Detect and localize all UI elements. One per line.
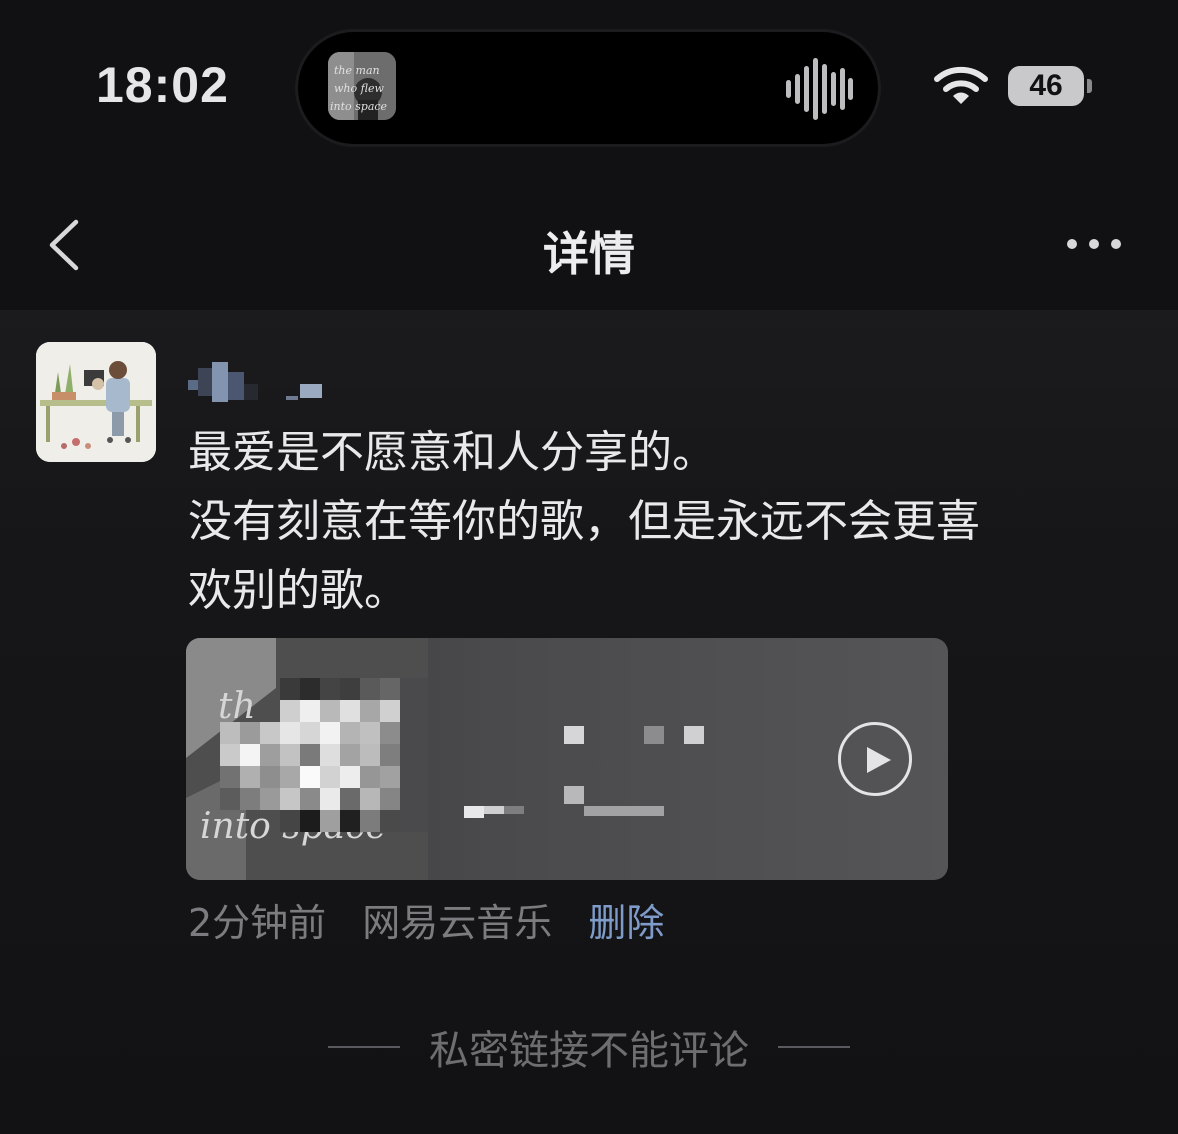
music-cover-art: th into space xyxy=(186,638,428,880)
now-playing-artwork[interactable]: the man who flew into space xyxy=(328,52,396,120)
audio-waveform-icon xyxy=(786,58,853,120)
play-icon xyxy=(867,747,891,773)
music-card[interactable]: th into space xyxy=(186,638,948,880)
post-time: 2分钟前 xyxy=(188,901,327,945)
username[interactable] xyxy=(188,362,328,402)
post-source: 网易云音乐 xyxy=(362,901,553,945)
ellipsis-icon[interactable] xyxy=(1064,234,1124,254)
comments-disabled-note: 私密链接不能评论 xyxy=(0,1018,1178,1076)
post-meta: 2分钟前 网易云音乐 删除 xyxy=(188,898,688,948)
post-content: 最爱是不愿意和人分享的。 没有刻意在等你的歌，但是永远不会更喜 欢别的歌。 xyxy=(188,427,980,616)
delete-button[interactable]: 删除 xyxy=(588,898,664,948)
status-bar: 18:02 the man who flew into space 46 xyxy=(0,0,1178,170)
play-button[interactable] xyxy=(838,722,912,796)
divider-left xyxy=(328,1046,401,1048)
music-info xyxy=(446,708,886,818)
page-title: 详情 xyxy=(543,227,635,281)
svg-text:into space: into space xyxy=(330,100,388,113)
wifi-icon xyxy=(934,66,988,104)
comments-disabled-text: 私密链接不能评论 xyxy=(429,1028,749,1074)
status-time: 18:02 xyxy=(96,57,229,113)
svg-text:who flew: who flew xyxy=(334,82,384,95)
nav-bar: 详情 xyxy=(0,170,1178,310)
dynamic-island[interactable]: the man who flew into space xyxy=(298,32,878,144)
svg-text:the man: the man xyxy=(334,64,380,77)
avatar[interactable] xyxy=(36,342,156,462)
divider-right xyxy=(777,1046,850,1048)
post-detail: 最爱是不愿意和人分享的。 没有刻意在等你的歌，但是永远不会更喜 欢别的歌。 th… xyxy=(0,310,1178,1134)
battery-indicator: 46 xyxy=(1008,66,1084,106)
svg-text:th: th xyxy=(218,686,256,727)
battery-cap xyxy=(1087,79,1092,93)
